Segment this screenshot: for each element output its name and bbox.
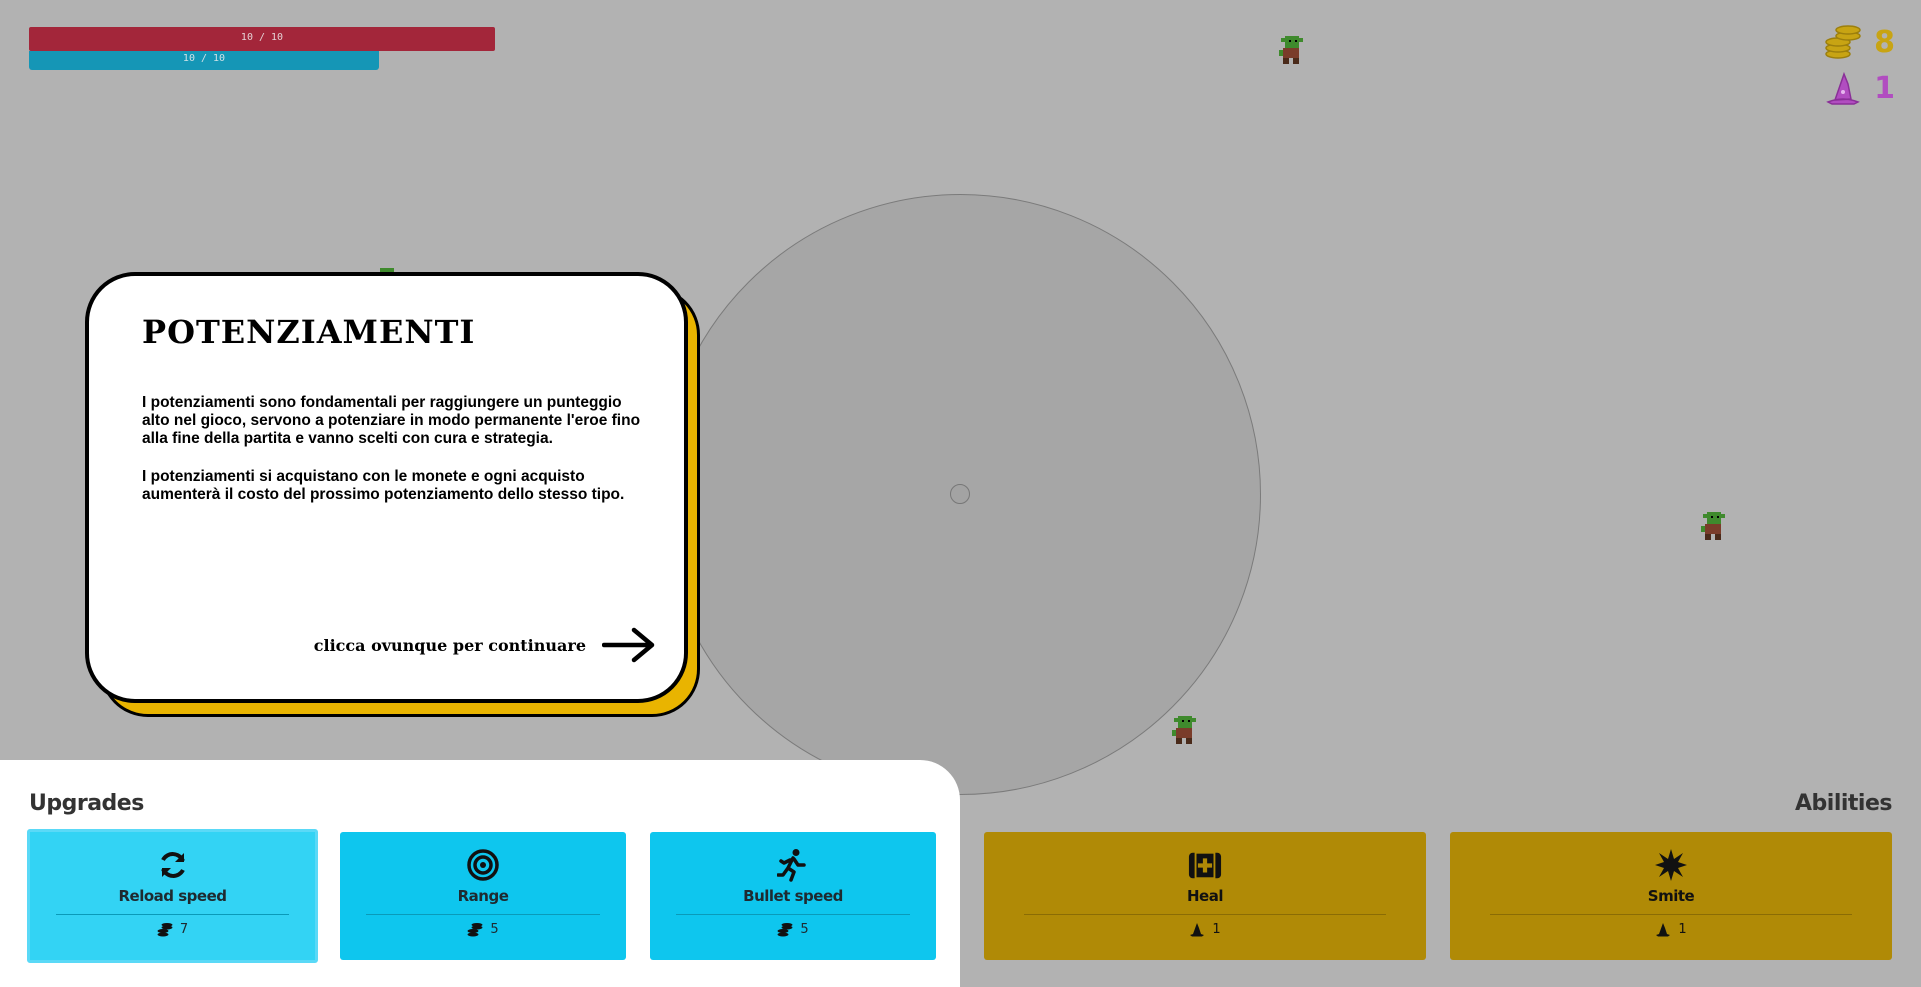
cost-value: 7: [179, 922, 189, 937]
medkit-icon: [1188, 848, 1222, 882]
upgrade-name: Range: [457, 887, 509, 905]
ability-card-smite[interactable]: Smite 1: [1450, 832, 1892, 960]
divider: [1023, 914, 1387, 915]
tutorial-card[interactable]: POTENZIAMENTI I potenziamenti sono fonda…: [85, 272, 688, 703]
coins-icon: [467, 922, 483, 936]
wizard-hat-icon: [1190, 923, 1205, 937]
reload-icon: [156, 848, 190, 882]
ability-cost: 1: [1655, 922, 1687, 937]
ability-card-heal[interactable]: Heal 1: [984, 832, 1426, 960]
tutorial-title: POTENZIAMENTI: [142, 313, 476, 351]
burst-icon: [1654, 848, 1688, 882]
tutorial-paragraph: I potenziamenti sono fondamentali per ra…: [142, 394, 641, 447]
hat-count: 1: [1874, 70, 1895, 106]
wizard-hat-icon: [1656, 923, 1671, 937]
upgrade-cost: 7: [157, 922, 188, 937]
abilities-title: Abilities: [1795, 791, 1892, 816]
continue-prompt[interactable]: clicca ovunque per continuare: [314, 626, 656, 664]
cost-value: 1: [1212, 922, 1221, 937]
divider: [675, 914, 911, 915]
upgrade-name: Bullet speed: [743, 887, 843, 905]
hat-counter: 1: [1824, 70, 1895, 106]
coins-icon: [777, 922, 793, 936]
mana-bar: 10 / 10: [29, 51, 379, 70]
divider: [1489, 914, 1853, 915]
divider: [55, 914, 290, 915]
hero: [950, 484, 970, 504]
coin-counter: 8: [1824, 24, 1895, 60]
arrow-right-icon: [602, 627, 655, 663]
target-icon: [466, 848, 500, 882]
wizard-hat-icon: [1826, 71, 1860, 105]
mana-text: 10 / 10: [182, 53, 226, 64]
continue-text: clicca ovunque per continuare: [313, 635, 586, 655]
coins-icon: [157, 922, 173, 936]
tutorial-paragraph: I potenziamenti si acquistano con le mon…: [142, 468, 625, 503]
divider: [365, 914, 601, 915]
upgrade-card-reload-speed[interactable]: Reload speed 7: [27, 829, 318, 963]
ability-cost: 1: [1189, 922, 1221, 937]
goblin-enemy: [1279, 36, 1303, 64]
upgrade-card-range[interactable]: Range 5: [340, 832, 626, 960]
health-bar: 10 / 10: [29, 27, 495, 51]
coin-count: 8: [1874, 24, 1895, 60]
upgrade-cost: 5: [467, 922, 499, 937]
upgrades-title: Upgrades: [29, 791, 144, 816]
upgrade-cost: 5: [777, 922, 809, 937]
ability-name: Heal: [1187, 887, 1224, 905]
cost-value: 5: [800, 922, 809, 937]
running-icon: [776, 848, 810, 882]
ability-name: Smite: [1647, 887, 1695, 905]
goblin-enemy: [1172, 716, 1196, 744]
upgrade-name: Reload speed: [118, 887, 227, 905]
goblin-enemy: [1701, 512, 1725, 540]
coins-icon: [1825, 25, 1861, 59]
cost-value: 1: [1678, 922, 1687, 937]
upgrade-card-bullet-speed[interactable]: Bullet speed 5: [650, 832, 936, 960]
cost-value: 5: [490, 922, 499, 937]
health-text: 10 / 10: [240, 32, 284, 43]
